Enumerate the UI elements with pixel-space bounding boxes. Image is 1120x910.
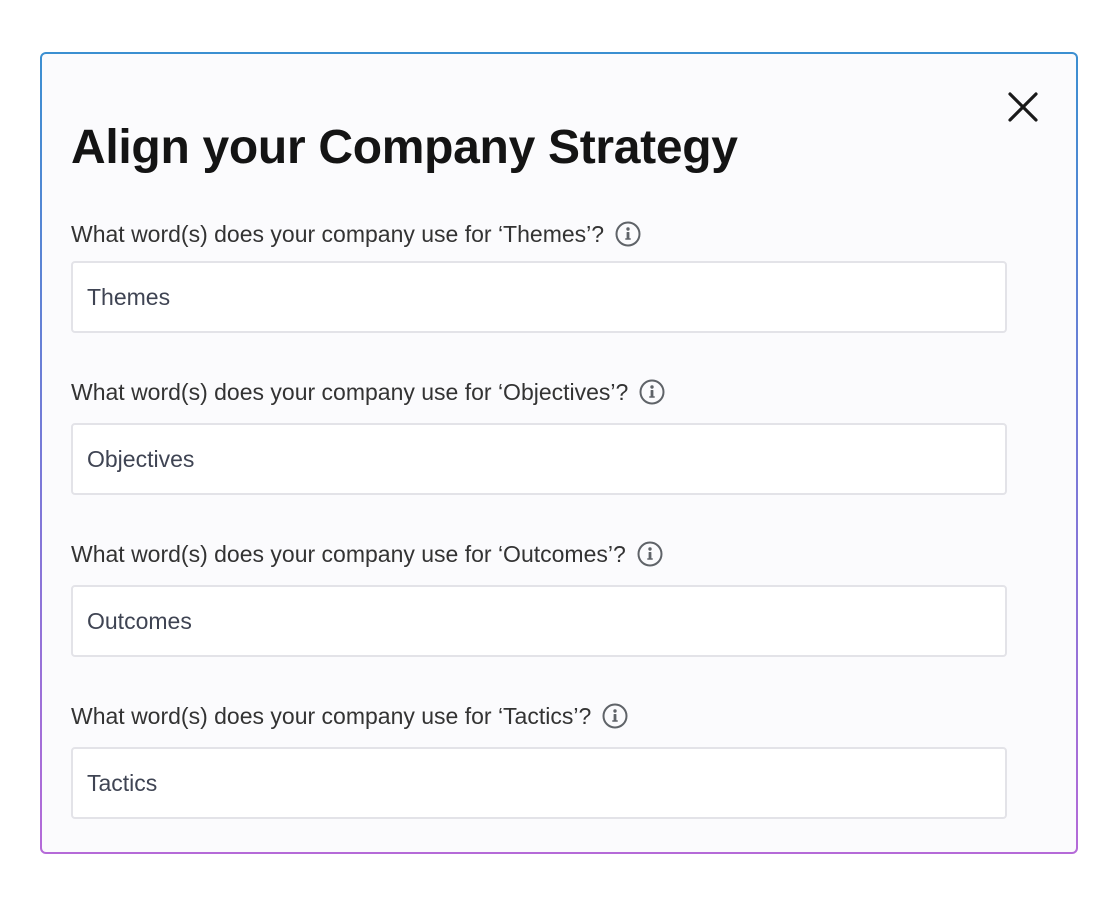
info-icon[interactable]	[636, 540, 664, 568]
tactics-label-row: What word(s) does your company use for ‘…	[71, 700, 629, 732]
themes-label-row: What word(s) does your company use for ‘…	[71, 218, 642, 250]
tactics-input[interactable]	[71, 747, 1007, 819]
objectives-label-row: What word(s) does your company use for ‘…	[71, 376, 666, 408]
info-icon[interactable]	[601, 702, 629, 730]
objectives-input[interactable]	[71, 423, 1007, 495]
info-icon[interactable]	[614, 220, 642, 248]
outcomes-label-row: What word(s) does your company use for ‘…	[71, 538, 664, 570]
strategy-dialog: Align your Company Strategy What word(s)…	[40, 52, 1078, 854]
info-icon[interactable]	[638, 378, 666, 406]
objectives-label: What word(s) does your company use for ‘…	[71, 378, 629, 405]
outcomes-input[interactable]	[71, 585, 1007, 657]
dialog-title: Align your Company Strategy	[71, 121, 738, 174]
themes-input[interactable]	[71, 261, 1007, 333]
outcomes-label: What word(s) does your company use for ‘…	[71, 540, 626, 567]
close-button[interactable]	[1004, 88, 1042, 126]
tactics-label: What word(s) does your company use for ‘…	[71, 702, 592, 729]
themes-label: What word(s) does your company use for ‘…	[71, 220, 605, 247]
close-icon	[1008, 92, 1038, 122]
